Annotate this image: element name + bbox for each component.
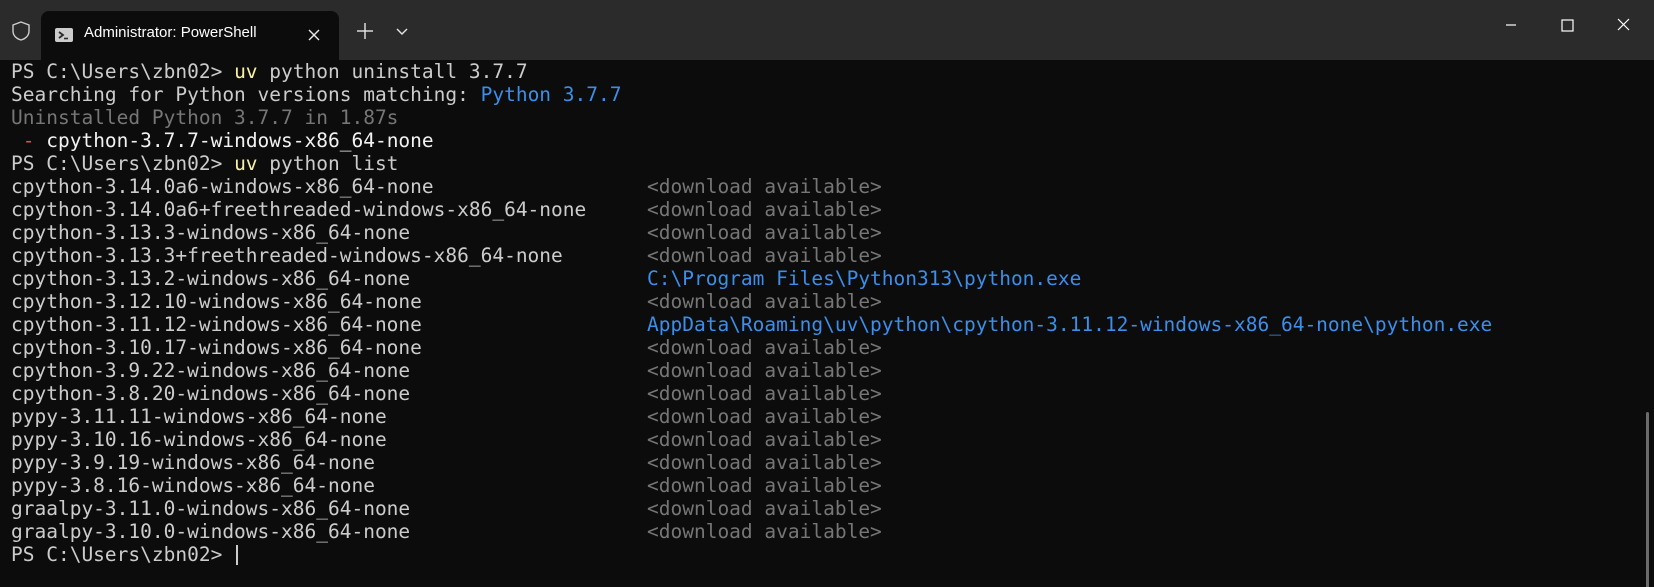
python-version-name: cpython-3.14.0a6+freethreaded-windows-x8… [11,198,587,221]
python-list-row: cpython-3.14.0a6+freethreaded-windows-x8… [11,198,882,221]
prompt: PS C:\Users\zbn02> [11,152,235,175]
command-args: python list [257,152,399,175]
output-text: Searching for Python versions matching: [11,83,481,106]
python-version-status: <download available> [647,175,882,198]
python-version-status: <download available> [647,382,882,405]
command-args: python uninstall 3.7.7 [257,60,528,83]
python-list-row: pypy-3.8.16-windows-x86_64-none <download… [11,474,882,497]
chevron-down-icon[interactable] [391,21,413,43]
python-list-row: cpython-3.12.10-windows-x86_64-none <down… [11,290,882,313]
terminal-output[interactable]: PS C:\Users\zbn02> uv python uninstall 3… [0,60,1654,587]
python-install-path: C:\Program Files\Python313\python.exe [647,267,1082,290]
python-version-status: <download available> [647,474,882,497]
python-list-row: cpython-3.11.12-windows-x86_64-none AppDa… [11,313,1492,336]
terminal-line: PS C:\Users\zbn02> uv python list [11,152,622,175]
python-version-name: cpython-3.11.12-windows-x86_64-none [11,313,422,336]
python-list-row: cpython-3.14.0a6-windows-x86_64-none <dow… [11,175,882,198]
prompt: PS C:\Users\zbn02> [11,543,235,566]
close-icon[interactable] [302,23,326,47]
python-list-row: cpython-3.10.17-windows-x86_64-none <down… [11,336,882,359]
python-list-row: cpython-3.13.2-windows-x86_64-none C:\Pro… [11,267,1081,290]
tab-title: Administrator: PowerShell [84,24,257,41]
scrollbar[interactable] [1646,412,1649,587]
command: uv [234,60,258,83]
python-version-name: cpython-3.9.22-windows-x86_64-none [11,359,411,382]
window-close-icon[interactable] [1600,11,1646,41]
python-version-name: cpython-3.13.3+freethreaded-windows-x86_… [11,244,563,267]
output-highlight: Python 3.7.7 [480,83,622,106]
python-version-status: <download available> [647,405,882,428]
python-version-status: <download available> [647,244,882,267]
output-text: Uninstalled Python 3.7.7 in 1.87s [11,106,399,129]
python-version-status: <download available> [647,336,882,359]
python-list-row: cpython-3.9.22-windows-x86_64-none <downl… [11,359,882,382]
python-version-status: <download available> [647,290,882,313]
python-version-name: cpython-3.13.2-windows-x86_64-none [11,267,411,290]
maximize-icon[interactable] [1544,11,1590,41]
python-version-name: cpython-3.13.3-windows-x86_64-none [11,221,411,244]
powershell-icon [55,28,73,42]
terminal-line: PS C:\Users\zbn02> [11,543,622,566]
python-version-status: <download available> [647,198,882,221]
python-list-row: pypy-3.9.19-windows-x86_64-none <download… [11,451,882,474]
python-version-name: cpython-3.10.17-windows-x86_64-none [11,336,422,359]
python-list-row: pypy-3.11.11-windows-x86_64-none <downloa… [11,405,882,428]
terminal-line: Uninstalled Python 3.7.7 in 1.87s [11,106,622,129]
python-list-row: graalpy-3.11.0-windows-x86_64-none <downl… [11,497,882,520]
terminal-line: PS C:\Users\zbn02> uv python uninstall 3… [11,60,622,83]
shield-icon [12,21,30,41]
title-bar: Administrator: PowerShell [0,0,1654,60]
python-version-status: <download available> [647,520,882,543]
minimize-icon[interactable] [1488,11,1534,41]
python-version-name: pypy-3.8.16-windows-x86_64-none [11,474,375,497]
output-text: cpython-3.7.7-windows-x86_64-none [46,129,434,152]
python-version-status: <download available> [647,497,882,520]
terminal-line: Searching for Python versions matching: … [11,83,622,106]
python-version-name: cpython-3.14.0a6-windows-x86_64-none [11,175,434,198]
python-list-row: pypy-3.10.16-windows-x86_64-none <downloa… [11,428,882,451]
python-version-status: <download available> [647,221,882,244]
python-list-row: cpython-3.8.20-windows-x86_64-none <downl… [11,382,882,405]
terminal-line: - cpython-3.7.7-windows-x86_64-none [11,129,622,152]
python-version-name: pypy-3.10.16-windows-x86_64-none [11,428,387,451]
python-version-name: cpython-3.8.20-windows-x86_64-none [11,382,411,405]
python-list-row: cpython-3.13.3-windows-x86_64-none <downl… [11,221,882,244]
python-list-row: cpython-3.13.3+freethreaded-windows-x86_… [11,244,882,267]
python-version-name: cpython-3.12.10-windows-x86_64-none [11,290,422,313]
python-version-name: graalpy-3.10.0-windows-x86_64-none [11,520,411,543]
python-version-name: pypy-3.9.19-windows-x86_64-none [11,451,375,474]
prompt: PS C:\Users\zbn02> [11,60,235,83]
python-install-path: AppData\Roaming\uv\python\cpython-3.11.1… [647,313,1493,336]
plus-icon[interactable] [354,20,376,42]
python-version-status: <download available> [647,359,882,382]
python-version-name: pypy-3.11.11-windows-x86_64-none [11,405,387,428]
python-version-status: <download available> [647,428,882,451]
command: uv [234,152,258,175]
python-list-row: graalpy-3.10.0-windows-x86_64-none <downl… [11,520,882,543]
python-version-name: graalpy-3.11.0-windows-x86_64-none [11,497,411,520]
tab-powershell[interactable]: Administrator: PowerShell [41,11,339,60]
text-cursor [236,545,239,565]
bullet: - [11,129,47,152]
python-version-status: <download available> [647,451,882,474]
